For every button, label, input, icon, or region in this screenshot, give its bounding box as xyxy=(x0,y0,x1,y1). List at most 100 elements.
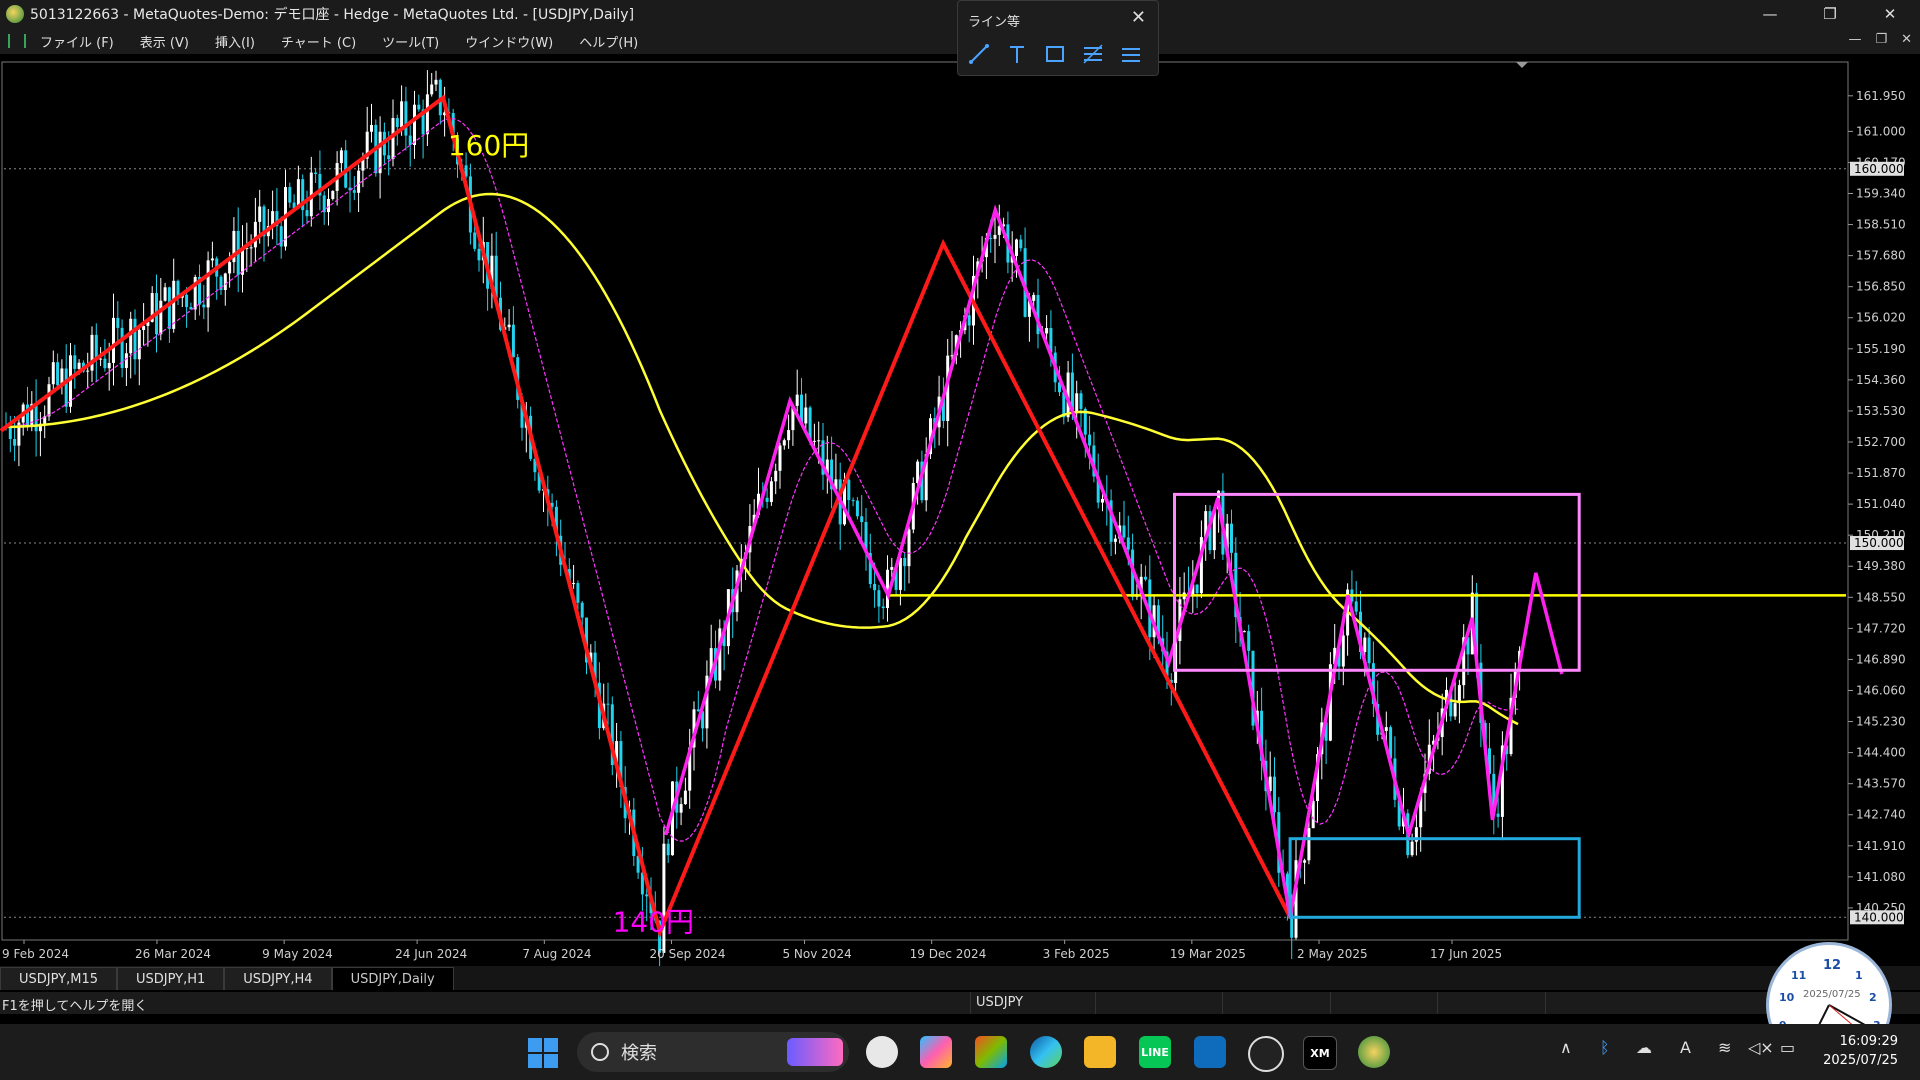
rectangle-icon[interactable] xyxy=(1042,41,1068,67)
candle-body xyxy=(1341,635,1345,667)
outlook-icon[interactable] xyxy=(1194,1036,1226,1068)
metatrader-logo-icon xyxy=(6,5,24,23)
candle-body xyxy=(94,334,98,360)
candle-body xyxy=(159,300,163,335)
clock-app-icon[interactable] xyxy=(866,1036,898,1068)
candle-body xyxy=(576,583,580,603)
candle-body xyxy=(1354,601,1358,612)
svg-text:12: 12 xyxy=(1823,958,1841,973)
menu-tools[interactable]: ツール(T) xyxy=(382,32,439,51)
y-tick-label: 156.020 xyxy=(1856,311,1906,325)
candle-body xyxy=(51,362,55,385)
restore-button[interactable]: ❐ xyxy=(1800,0,1860,28)
candle-body xyxy=(47,384,51,417)
windows-start-icon[interactable] xyxy=(528,1038,558,1068)
y-tick-label: 159.340 xyxy=(1856,186,1906,200)
clock-date: 2025/07/25 xyxy=(1803,989,1861,1000)
taskbar: 検索 LINE XM ∧ ᛒ ☁ A ≋ ◁× ▭ 16:09:29 2025/… xyxy=(0,1024,1920,1080)
menu-file[interactable]: ファイル (F) xyxy=(40,32,114,51)
status-symbol: USDJPY xyxy=(976,995,1024,1010)
status-help-text: F1を押してヘルプを開く xyxy=(2,999,148,1014)
close-button[interactable]: ✕ xyxy=(1860,0,1920,28)
fibonacci-icon[interactable] xyxy=(1080,41,1106,67)
svg-text:1: 1 xyxy=(1855,969,1863,982)
y-tick-label: 161.000 xyxy=(1856,124,1906,138)
menu-help[interactable]: ヘルプ(H) xyxy=(579,32,638,51)
candle-body xyxy=(898,557,902,590)
candle-body xyxy=(873,583,877,591)
menu-view[interactable]: 表示 (V) xyxy=(140,32,189,51)
candle-body xyxy=(64,368,68,407)
mdi-minimize-button[interactable]: — xyxy=(1848,32,1861,47)
price-annotation: 140円 xyxy=(613,905,694,938)
line-icon[interactable]: LINE xyxy=(1139,1036,1171,1068)
y-tick-label: 151.040 xyxy=(1856,497,1906,511)
volume-muted-icon[interactable]: ◁× xyxy=(1748,1038,1774,1057)
menu-chart[interactable]: チャート (C) xyxy=(281,32,356,51)
battery-icon[interactable]: ▭ xyxy=(1780,1038,1795,1057)
taskbar-search[interactable]: 検索 xyxy=(577,1032,849,1072)
candle-body xyxy=(1144,576,1147,580)
tray-overflow-icon[interactable]: ∧ xyxy=(1560,1038,1572,1057)
line-toolbar-title: ライン等 xyxy=(968,15,1021,30)
candle-body xyxy=(907,529,911,567)
candle-body xyxy=(352,190,356,193)
candle-body xyxy=(817,440,821,442)
menu-insert[interactable]: 挿入(I) xyxy=(215,32,255,51)
candle-body xyxy=(13,438,17,446)
ime-icon[interactable]: A xyxy=(1680,1038,1691,1057)
search-icon xyxy=(591,1043,609,1061)
x-tick-label: 3 Feb 2025 xyxy=(1043,947,1110,961)
copilot-icon[interactable] xyxy=(920,1036,952,1068)
tab-usdjpy-daily[interactable]: USDJPY,Daily xyxy=(331,967,454,990)
candle-body xyxy=(34,403,38,432)
explorer-icon[interactable] xyxy=(1084,1036,1116,1068)
candle-body xyxy=(1273,776,1276,813)
x-tick-label: 9 Feb 2024 xyxy=(2,947,69,961)
bluetooth-icon[interactable]: ᛒ xyxy=(1600,1038,1610,1057)
candle-body xyxy=(370,124,373,132)
tab-usdjpy-h4[interactable]: USDJPY,H4 xyxy=(224,967,332,990)
store-icon[interactable] xyxy=(975,1036,1007,1068)
minimize-button[interactable]: — xyxy=(1740,0,1800,28)
mdi-restore-button[interactable]: ❐ xyxy=(1875,32,1887,47)
candle-body xyxy=(1032,294,1036,301)
svg-text:11: 11 xyxy=(1791,969,1806,982)
price-axis: 161.950161.000160.170159.340158.510157.6… xyxy=(1848,89,1906,925)
candle-body xyxy=(249,247,253,249)
tab-usdjpy-h1[interactable]: USDJPY,H1 xyxy=(117,967,225,990)
chart-window[interactable]: 161.950161.000160.170159.340158.510157.6… xyxy=(0,56,1920,966)
y-tick-label: 154.360 xyxy=(1856,373,1906,387)
candle-body xyxy=(606,703,610,705)
mt5-icon[interactable] xyxy=(1358,1036,1390,1068)
xm-icon[interactable]: XM xyxy=(1303,1036,1337,1070)
price-chart[interactable]: 161.950161.000160.170159.340158.510157.6… xyxy=(0,56,1920,966)
edge-icon[interactable] xyxy=(1030,1036,1062,1068)
candle-body xyxy=(395,118,399,128)
text-icon[interactable] xyxy=(1004,41,1030,67)
channel-icon[interactable] xyxy=(1118,41,1144,67)
chart-menu-icon[interactable] xyxy=(8,34,26,48)
candle-body xyxy=(847,479,851,501)
candle-body xyxy=(210,258,214,261)
candle-body xyxy=(425,94,429,135)
chart-tabs: USDJPY,M15 USDJPY,H1 USDJPY,H4 USDJPY,Da… xyxy=(0,966,1920,990)
mdi-close-button[interactable]: ✕ xyxy=(1901,32,1912,47)
onedrive-icon[interactable]: ☁ xyxy=(1636,1038,1652,1057)
candle-body xyxy=(1088,434,1092,446)
taskbar-date: 2025/07/25 xyxy=(1823,1053,1898,1068)
wifi-icon[interactable]: ≋ xyxy=(1718,1038,1731,1057)
menu-window[interactable]: ウインドウ(W) xyxy=(465,32,553,51)
candle-body xyxy=(327,198,330,213)
trendline-icon[interactable] xyxy=(966,41,992,67)
candle-body xyxy=(1311,801,1315,829)
tab-usdjpy-m15[interactable]: USDJPY,M15 xyxy=(0,967,117,990)
line-toolbar-close-button[interactable]: ✕ xyxy=(1131,7,1146,28)
level-price-label: 140.000 xyxy=(1854,910,1904,924)
candle-body xyxy=(103,358,107,369)
y-tick-label: 141.080 xyxy=(1856,870,1906,884)
taskbar-clock[interactable]: 16:09:29 2025/07/25 xyxy=(1823,1032,1898,1070)
candle-body xyxy=(1363,637,1367,652)
candle-body xyxy=(860,516,864,523)
app-icon[interactable] xyxy=(1248,1036,1284,1072)
